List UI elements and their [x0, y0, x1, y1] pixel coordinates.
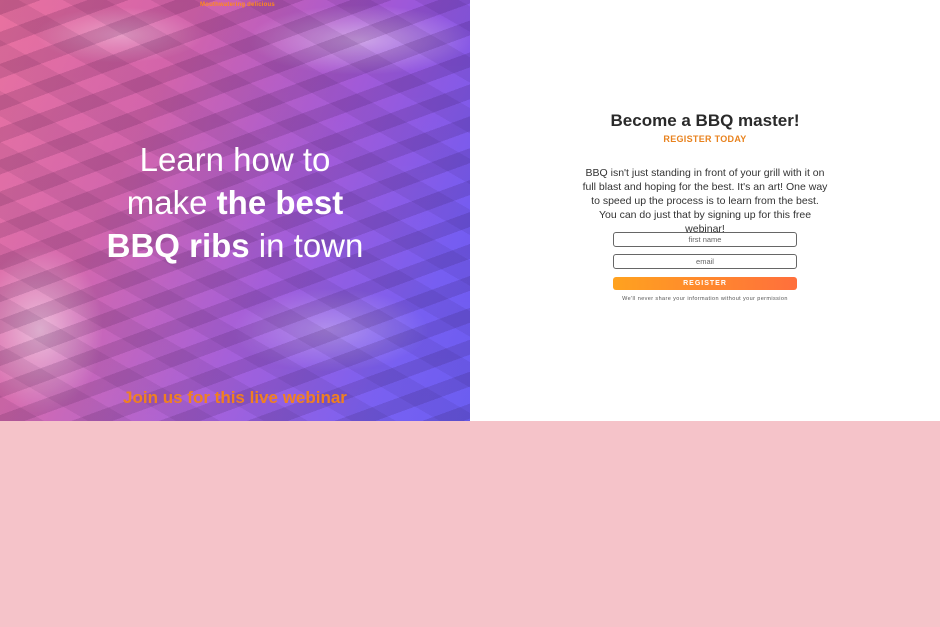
- logo-tagline: Mouthwatering delicious: [200, 2, 275, 8]
- registration-panel: Become a BBQ master! REGISTER TODAY BBQ …: [470, 0, 940, 421]
- first-name-input[interactable]: [613, 232, 797, 247]
- headline-line-1: Learn how to: [139, 141, 331, 178]
- hero-banner: Mouthwatering delicious Learn how to mak…: [0, 0, 470, 421]
- email-input[interactable]: [613, 254, 797, 269]
- hero-headline: Learn how to make the best BBQ ribs in t…: [0, 138, 470, 267]
- form-subtitle: REGISTER TODAY: [663, 134, 747, 144]
- webinar-callout: Join us for this live webinar: [123, 388, 347, 407]
- headline-line-2-bold: the best: [216, 184, 344, 221]
- headline-line-2-light: make: [126, 184, 217, 221]
- headline-line-3-bold: BBQ ribs: [106, 227, 250, 264]
- form-description: BBQ isn't just standing in front of your…: [582, 167, 828, 235]
- form-title: Become a BBQ master!: [610, 111, 800, 130]
- privacy-note: We'll never share your information witho…: [622, 296, 788, 302]
- headline-line-3-light: in town: [249, 227, 364, 264]
- register-button[interactable]: REGISTER: [613, 277, 797, 290]
